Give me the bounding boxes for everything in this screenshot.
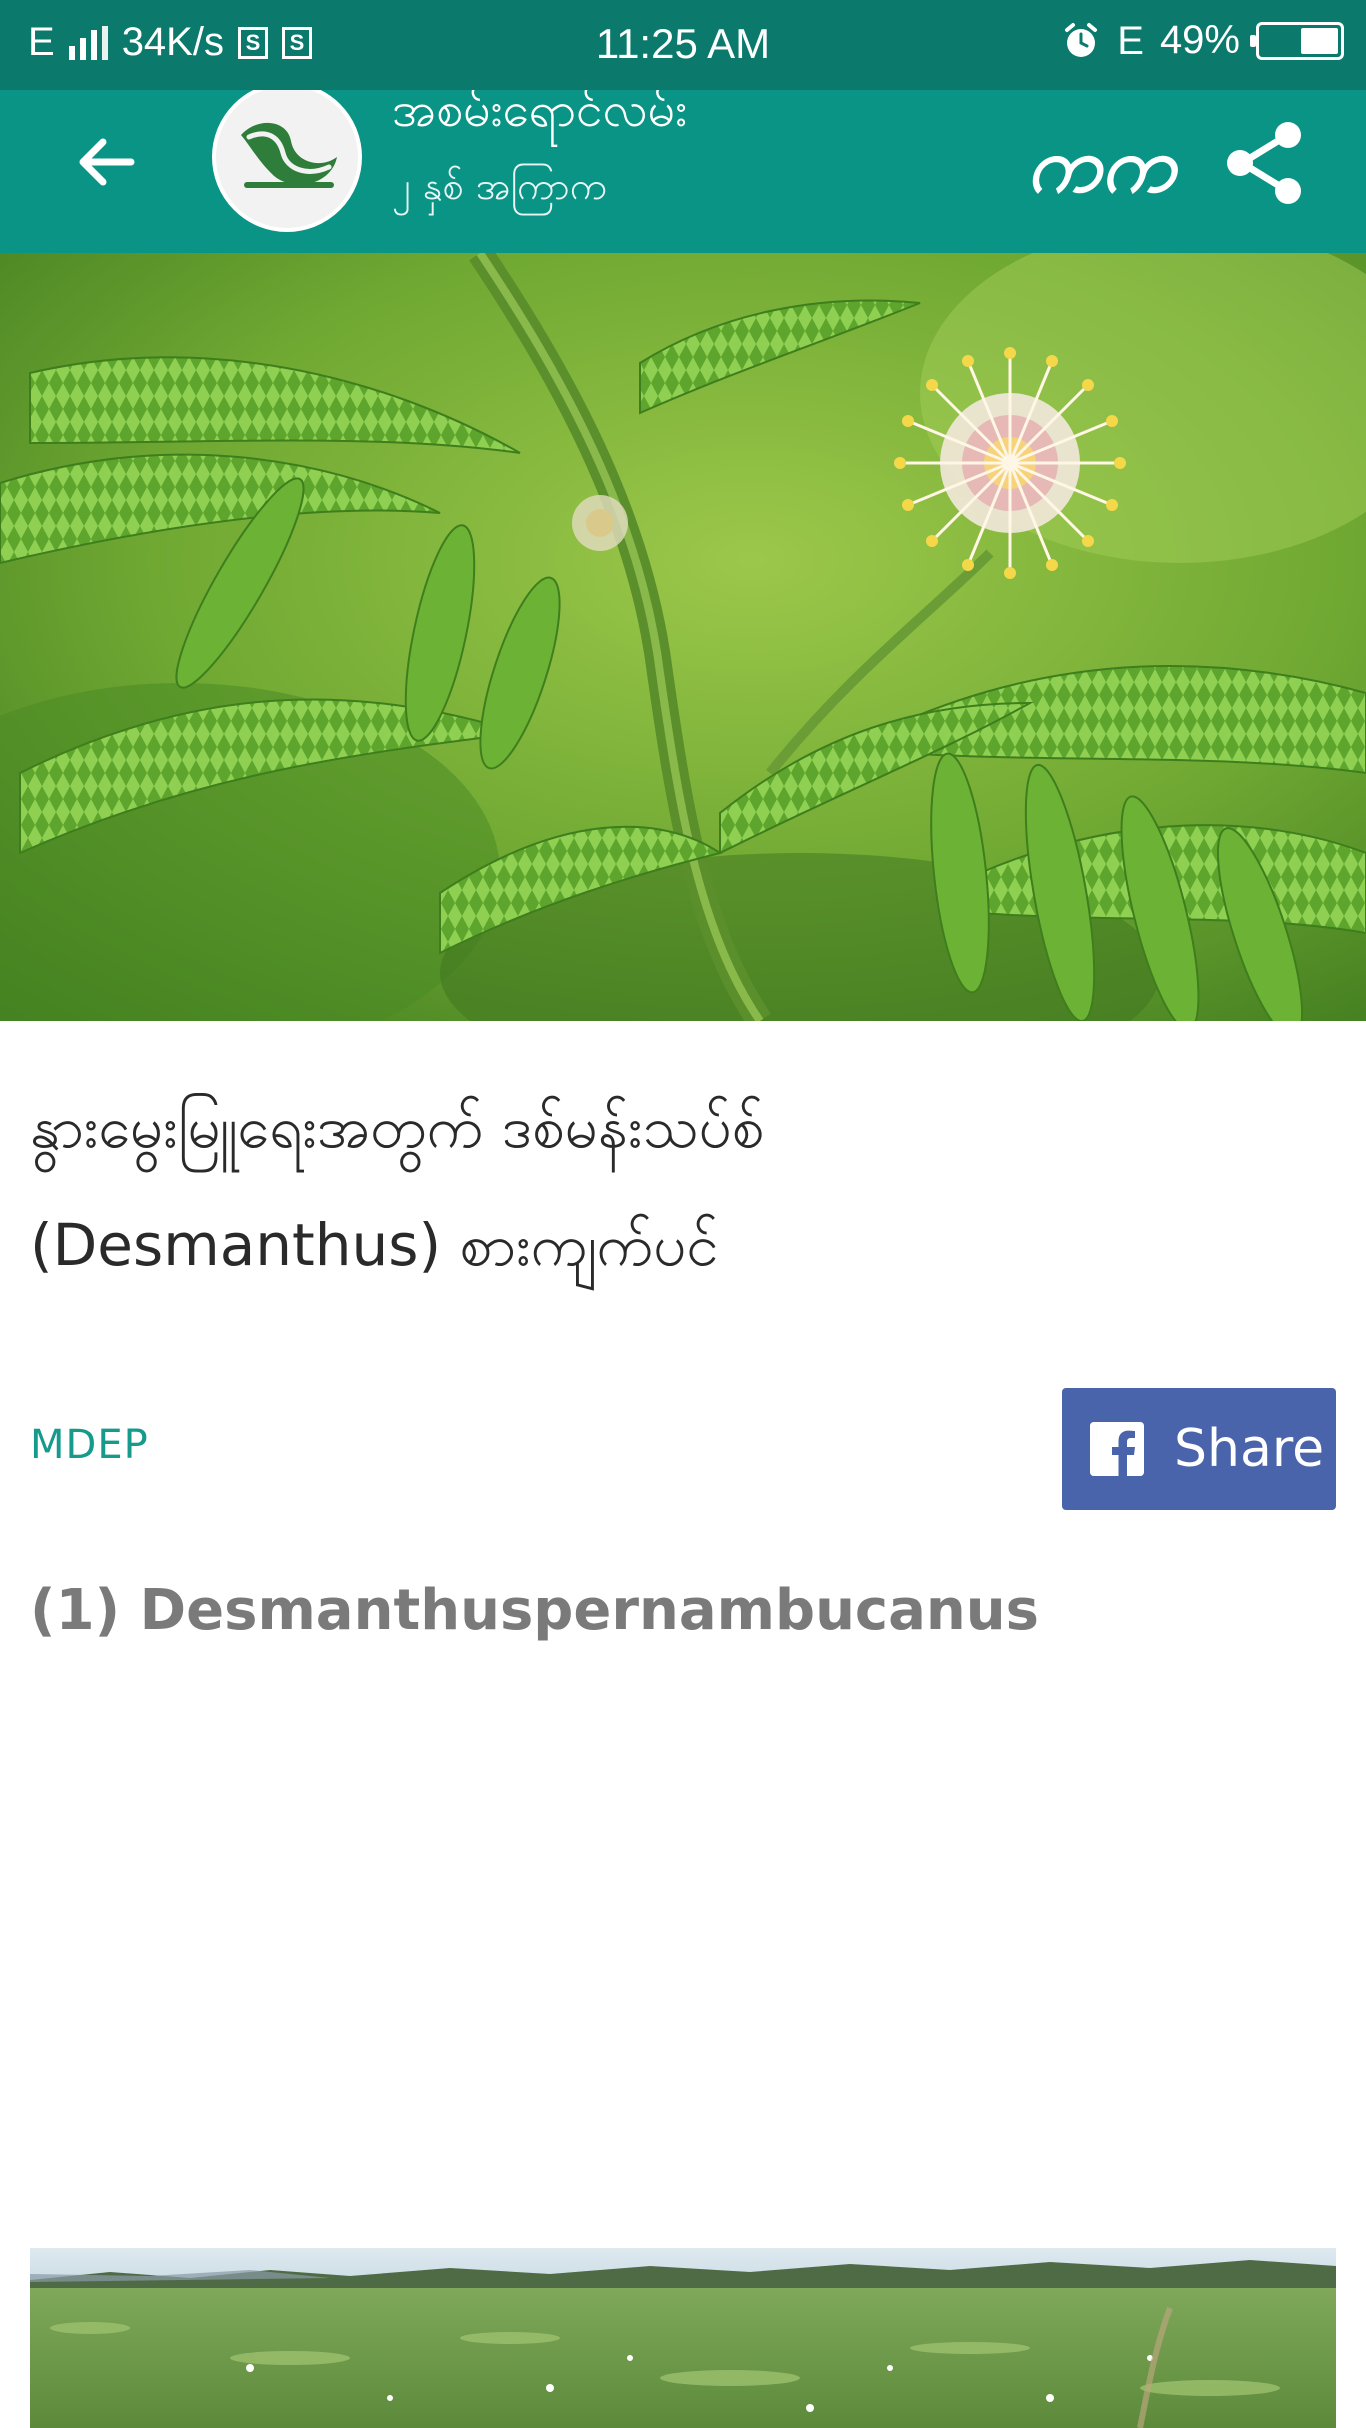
battery-level-fill [1301,27,1338,54]
section-heading: (1) Desmanthuspernambucanus [30,1578,1039,1643]
back-arrow-icon [79,138,135,186]
battery-icon [1250,21,1344,60]
hero-plant-image [0,253,1366,1021]
alarm-icon [1061,21,1101,61]
status-bar: E 34K/s S S 11:25 AM E 49% [0,0,1366,90]
back-button[interactable] [56,112,156,212]
desmanthus-flower-illustration [0,253,1366,1021]
facebook-share-label: Share [1174,1419,1325,1479]
status-right: E 49% [1061,18,1344,63]
channel-post-age: ၂ နှစ် အကြာက [392,164,608,208]
field-crop-image [30,2248,1336,2428]
data-type-icon: E [1117,21,1144,61]
article-title: နွားမွေးမြူရေးအတွက် ဒစ်မန်းသပ်စ် (Desman… [30,1068,1330,1304]
channel-avatar[interactable] [212,90,362,232]
article-source-link[interactable]: MDEP [30,1422,149,1468]
app-header: အစမ်းရောင်လမ်း ၂ နှစ် အကြာက ကက [0,90,1366,253]
flower-puff [894,347,1126,579]
channel-name: အစမ်းရောင်လမ်း [392,90,688,138]
battery-percent: 49% [1159,18,1240,62]
desmanthus-field-illustration [30,2248,1336,2428]
share-icon [1227,122,1301,204]
article-title-line-2: (Desmanthus) စားကျက်ပင် [30,1211,719,1279]
facebook-share-button[interactable]: Share [1062,1388,1336,1510]
leaf-logo-icon [241,122,337,188]
data-type-label: E [1117,18,1144,63]
facebook-icon [1090,1422,1144,1476]
share-button[interactable] [1220,118,1330,228]
article-title-line-1: နွားမွေးမြူရေးအတွက် ဒစ်မန်းသပ်စ် [30,1093,765,1161]
app-screen: E 34K/s S S 11:25 AM E 49% အစမ်းရောင်လမ်… [0,0,1366,2428]
font-toggle-button[interactable]: ကက [1026,110,1176,220]
